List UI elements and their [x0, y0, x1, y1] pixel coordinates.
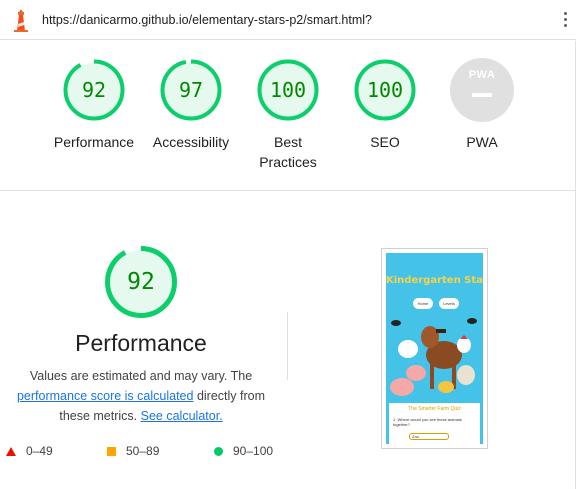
- performance-description: Values are estimated and may vary. The p…: [0, 366, 282, 426]
- thumb-title: Kindergarten Stars: [386, 275, 483, 286]
- gauge-seo[interactable]: 100 SEO: [335, 58, 435, 152]
- triangle-icon: [6, 447, 16, 457]
- gauge-label: SEO: [370, 134, 400, 150]
- legend-pass: 90–100: [214, 443, 273, 459]
- see-calculator-link[interactable]: See calculator.: [141, 409, 223, 423]
- legend-range: 90–100: [233, 444, 274, 458]
- final-screenshot[interactable]: Kindergarten Stars Home Levels The Smart…: [381, 248, 488, 449]
- screenshot-image: Kindergarten Stars Home Levels The Smart…: [386, 253, 483, 444]
- gauge-pwa[interactable]: PWA PWA: [432, 58, 532, 152]
- legend-range: 50–89: [126, 444, 160, 458]
- circle-icon: [214, 447, 223, 457]
- score-calculated-link[interactable]: performance score is calculated: [17, 389, 193, 403]
- page-url[interactable]: https://danicarmo.github.io/elementary-s…: [42, 13, 372, 27]
- legend-average: 50–89: [107, 443, 159, 459]
- gauge-best-practices[interactable]: 100 Best Practices: [238, 58, 338, 172]
- gauge-ring: 100: [353, 58, 417, 122]
- gauge-ring: 92: [62, 58, 126, 122]
- score-summary: 92 Performance 97 Accessibility 100 Best…: [0, 41, 576, 191]
- thumb-quiz-question: 1. Where would you see these animals tog…: [393, 417, 462, 427]
- gauge-label: Accessibility: [152, 134, 230, 150]
- thumb-home-button: Home: [413, 298, 433, 309]
- pwa-badge-text: PWA: [468, 69, 496, 81]
- kebab-menu-icon[interactable]: [560, 12, 570, 30]
- gauge-score: 92: [81, 78, 107, 102]
- performance-score: 92: [127, 269, 155, 295]
- gauge-label: Best Practices: [259, 134, 317, 170]
- gauge-label: Performance: [53, 134, 135, 150]
- gauge-performance[interactable]: 92 Performance: [44, 58, 144, 152]
- gauge-score: 100: [366, 78, 404, 102]
- gauge-score: 97: [178, 78, 204, 102]
- farm-animals-illustration: [390, 318, 477, 396]
- legend-fail: 0–49: [6, 443, 53, 459]
- gauge-label: PWA: [466, 134, 498, 150]
- performance-title: Performance: [75, 330, 207, 356]
- square-icon: [107, 447, 116, 457]
- gauge-accessibility[interactable]: 97 Accessibility: [141, 58, 241, 152]
- section-divider: [287, 312, 288, 380]
- thumb-quiz-card: The Smarter Farm Quiz 1. Where would you…: [389, 403, 480, 444]
- gauge-ring: 100: [256, 58, 320, 122]
- performance-gauge: 92: [104, 245, 178, 319]
- desc-text-1: Values are estimated and may vary. The: [29, 369, 253, 383]
- gauge-score: 100: [269, 78, 307, 102]
- url-bar: https://danicarmo.github.io/elementary-s…: [0, 0, 576, 40]
- lighthouse-icon: [14, 9, 28, 32]
- thumb-quiz-title: The Smarter Farm Quiz: [408, 406, 461, 412]
- pwa-badge-icon: PWA: [450, 58, 514, 122]
- thumb-quiz-answer: Zoo: [409, 433, 449, 440]
- thumb-levels-button: Levels: [439, 298, 459, 309]
- gauge-ring: 97: [159, 58, 223, 122]
- legend-range: 0–49: [26, 444, 53, 458]
